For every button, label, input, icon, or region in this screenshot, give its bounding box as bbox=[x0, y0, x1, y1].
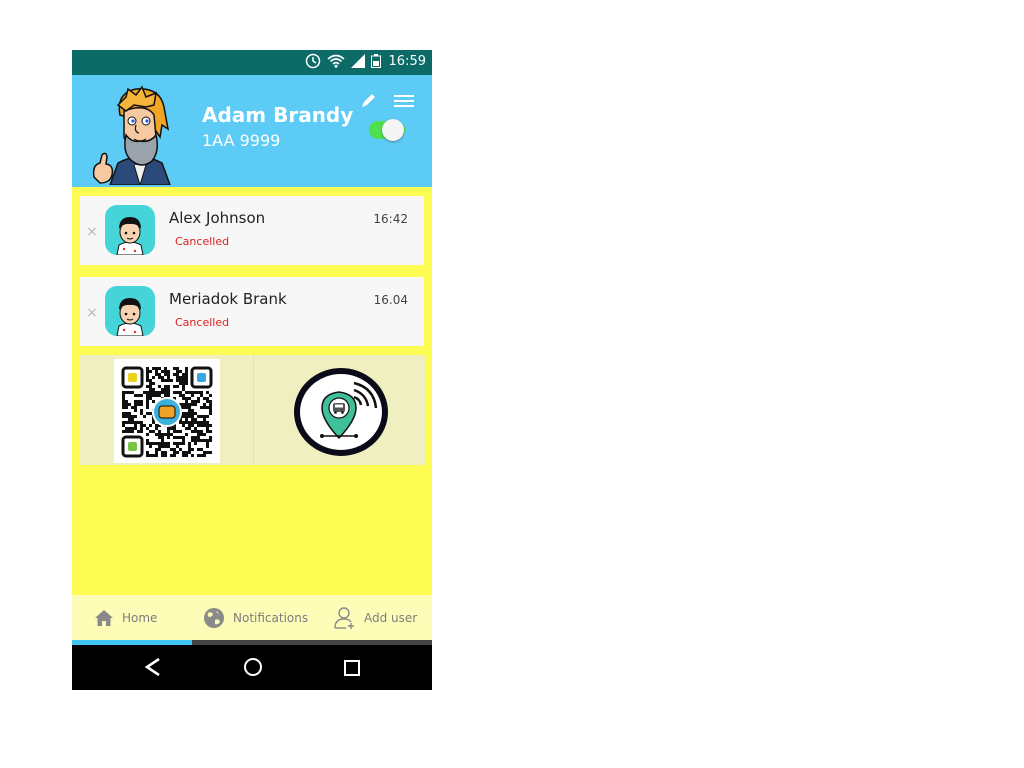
bottom-tab-bar: Home Notifications Add user bbox=[72, 595, 432, 640]
request-card[interactable]: × Alex Johnson Cancelled 16:42 bbox=[80, 196, 424, 265]
profile-avatar bbox=[90, 85, 190, 187]
availability-toggle[interactable] bbox=[369, 119, 405, 141]
status-time: 16:59 bbox=[388, 53, 426, 69]
dismiss-button[interactable]: × bbox=[86, 305, 98, 321]
edit-button[interactable] bbox=[359, 90, 379, 110]
tab-home-label: Home bbox=[122, 610, 158, 625]
back-icon bbox=[144, 657, 160, 677]
dismiss-button[interactable]: × bbox=[86, 224, 98, 240]
status-bar: 16:59 bbox=[72, 50, 432, 75]
profile-header: Adam Brandy 1AA 9999 bbox=[72, 75, 432, 187]
system-nav-bar bbox=[72, 645, 432, 690]
toggle-knob bbox=[382, 119, 404, 141]
status-cancelled: Cancelled bbox=[175, 235, 230, 248]
recents-button[interactable] bbox=[337, 654, 367, 680]
signal-icon bbox=[350, 54, 365, 68]
pencil-icon bbox=[362, 94, 375, 107]
request-time: 16:42 bbox=[373, 212, 408, 226]
wifi-icon bbox=[327, 54, 345, 68]
tab-home[interactable]: Home bbox=[94, 595, 157, 640]
status-cancelled: Cancelled bbox=[175, 316, 230, 329]
home-circle-icon bbox=[244, 658, 262, 676]
hamburger-menu-icon bbox=[394, 95, 414, 107]
back-button[interactable] bbox=[138, 654, 168, 680]
add-user-icon bbox=[334, 606, 354, 629]
request-card[interactable]: × Meriadok Brank Cancelled 16.04 bbox=[80, 277, 424, 346]
globe-icon bbox=[204, 607, 224, 628]
app-logo bbox=[294, 368, 388, 456]
menu-button[interactable] bbox=[392, 91, 416, 111]
phone-screen: 16:59 Adam Brandy 1AA 9999 × Alex Johnso… bbox=[72, 50, 432, 690]
tab-notifications[interactable]: Notifications bbox=[203, 595, 308, 640]
share-panel bbox=[80, 355, 425, 465]
passenger-avatar bbox=[105, 205, 155, 255]
request-time: 16.04 bbox=[373, 293, 408, 307]
tab-add-user-label: Add user bbox=[364, 610, 418, 625]
home-icon bbox=[95, 609, 113, 626]
recents-square-icon bbox=[344, 660, 360, 676]
tab-notifications-label: Notifications bbox=[233, 610, 309, 625]
passenger-avatar bbox=[105, 286, 155, 336]
alarm-icon bbox=[305, 53, 320, 69]
passenger-name: Alex Johnson bbox=[169, 209, 266, 227]
user-name: Adam Brandy bbox=[202, 103, 354, 127]
license-plate: 1AA 9999 bbox=[202, 131, 281, 150]
panel-divider bbox=[253, 355, 254, 465]
qr-code[interactable] bbox=[114, 359, 220, 463]
tab-add-user[interactable]: Add user bbox=[334, 595, 417, 640]
battery-icon bbox=[370, 54, 381, 68]
home-nav-button[interactable] bbox=[238, 654, 268, 680]
passenger-name: Meriadok Brank bbox=[169, 290, 287, 308]
